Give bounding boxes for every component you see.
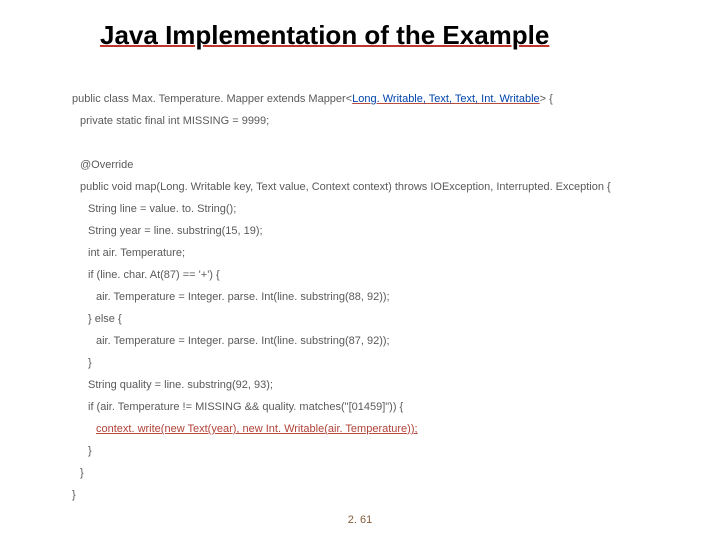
context-write: context. write(new Text(year), new Int. … (96, 423, 418, 435)
code-line: context. write(new Text(year), new Int. … (72, 418, 690, 440)
code-line: public class Max. Temperature. Mapper ex… (72, 88, 690, 110)
code-line: String year = line. substring(15, 19); (72, 220, 690, 242)
blank-line (72, 132, 690, 154)
code-line: } (72, 352, 690, 374)
code-line: } (72, 440, 690, 462)
slide-title: Java Implementation of the Example (100, 20, 549, 51)
code-line: private static final int MISSING = 9999; (72, 110, 690, 132)
title-text: Java Implementation of the Example (100, 20, 549, 50)
code-line: air. Temperature = Integer. parse. Int(l… (72, 330, 690, 352)
code-line: air. Temperature = Integer. parse. Int(l… (72, 286, 690, 308)
code-block: public class Max. Temperature. Mapper ex… (72, 88, 690, 506)
code-line: @Override (72, 154, 690, 176)
code-line: } else { (72, 308, 690, 330)
code-line: public void map(Long. Writable key, Text… (72, 176, 690, 198)
generic-types: Long. Writable, Text, Text, Int. Writabl… (352, 93, 540, 105)
code-text: > { (540, 93, 553, 105)
code-line: } (72, 484, 690, 506)
code-text: public class Max. Temperature. Mapper ex… (72, 93, 352, 105)
code-line: } (72, 462, 690, 484)
slide-number: 2. 61 (0, 514, 720, 526)
slide: Java Implementation of the Example publi… (0, 0, 720, 540)
code-line: String line = value. to. String(); (72, 198, 690, 220)
code-line: String quality = line. substring(92, 93)… (72, 374, 690, 396)
code-line: if (air. Temperature != MISSING && quali… (72, 396, 690, 418)
code-line: int air. Temperature; (72, 242, 690, 264)
code-line: if (line. char. At(87) == '+') { (72, 264, 690, 286)
